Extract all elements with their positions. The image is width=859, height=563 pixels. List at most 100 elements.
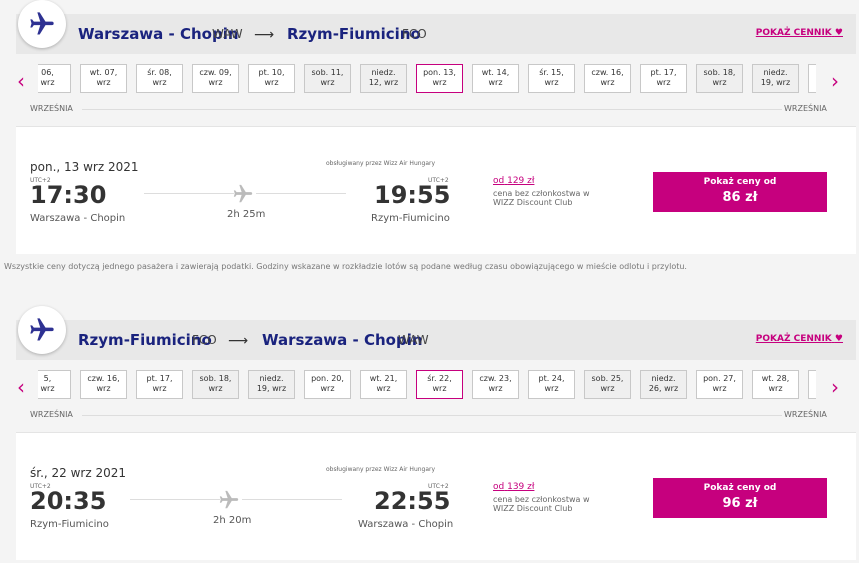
date-chip[interactable]: wt. 14, wrz bbox=[472, 64, 519, 93]
flight-duration: 2h 25m bbox=[227, 209, 266, 220]
heart-icon: ♥ bbox=[834, 28, 843, 38]
operated-by: obsługiwany przez Wizz Air Hungary bbox=[326, 160, 436, 167]
date-chip-month: wrz bbox=[376, 384, 391, 393]
date-chip-month: wrz bbox=[544, 78, 559, 87]
date-chip-day: pon. 27, bbox=[703, 374, 736, 383]
date-chip[interactable]: pov bbox=[808, 64, 816, 93]
date-chip-month: v bbox=[809, 384, 816, 394]
date-chip-day: niedz. bbox=[763, 68, 788, 77]
date-chip-day: pt. 24, bbox=[538, 374, 565, 383]
flight-card[interactable]: śr., 22 wrz 2021 UTC+2 20:35 Rzym-Fiumic… bbox=[16, 432, 856, 560]
date-chip[interactable]: niedz. 12, wrz bbox=[360, 64, 407, 93]
date-chip[interactable]: pt. 10, wrz bbox=[248, 64, 295, 93]
plane-badge bbox=[18, 0, 66, 48]
date-chip[interactable]: sob. 18, wrz bbox=[192, 370, 239, 399]
month-label-right: WRZEŚNIA bbox=[784, 104, 827, 113]
chevron-left-icon[interactable]: ‹ bbox=[11, 377, 31, 398]
plane-small-icon bbox=[218, 489, 240, 515]
date-chip[interactable]: sob. 25, wrz bbox=[584, 370, 631, 399]
member-price-link[interactable]: od 139 zł bbox=[493, 482, 534, 492]
date-chip[interactable]: czw. 16, wrz bbox=[584, 64, 631, 93]
date-chip[interactable]: sob. 11, wrz bbox=[304, 64, 351, 93]
route-arrow-icon: ⟶ bbox=[228, 333, 249, 349]
date-chip[interactable]: pt. 17, wrz bbox=[640, 64, 687, 93]
departure-city: Warszawa - Chopin bbox=[30, 213, 126, 224]
date-chip[interactable]: śr. 22, wrz bbox=[416, 370, 463, 399]
date-chip[interactable]: śr. 08, wrz bbox=[136, 64, 183, 93]
date-chip-month: wrz bbox=[656, 78, 671, 87]
show-price-list-link[interactable]: POKAŻ CENNIK ♥ bbox=[756, 334, 843, 344]
date-chip-day: czw. 16, bbox=[87, 374, 120, 383]
departure-city: Rzym-Fiumicino bbox=[30, 519, 109, 530]
member-price-link[interactable]: od 129 zł bbox=[493, 176, 534, 186]
date-chip-day: pt. 10, bbox=[258, 68, 285, 77]
date-chip-day: niedz. bbox=[651, 374, 676, 383]
member-price-desc: cena bez członkostwa w WIZZ Discount Clu… bbox=[493, 495, 590, 513]
date-chip-month: 12, wrz bbox=[368, 78, 399, 87]
date-chip-day: czw. 16, bbox=[591, 68, 624, 77]
date-chip-month: 19, wrz bbox=[256, 384, 287, 393]
date-chip[interactable]: czw. 23, wrz bbox=[472, 370, 519, 399]
date-chip-month: wrz bbox=[96, 78, 111, 87]
chevron-right-icon[interactable]: › bbox=[825, 377, 845, 398]
show-prices-label: Pokaż ceny od bbox=[703, 177, 777, 187]
operated-by: obsługiwany przez Wizz Air Hungary bbox=[326, 466, 436, 473]
date-chip[interactable]: niedz. 26, wrz bbox=[640, 370, 687, 399]
date-chip[interactable]: niedz. 19, wrz bbox=[752, 64, 799, 93]
date-chip-day: sob. 18, bbox=[703, 68, 736, 77]
origin-code: FCO bbox=[192, 333, 217, 347]
date-chip[interactable]: pon. 13, wrz bbox=[416, 64, 463, 93]
date-chip-month: v bbox=[809, 78, 816, 88]
date-chip-day: sob. 18, bbox=[199, 374, 232, 383]
chevron-right-icon[interactable]: › bbox=[825, 71, 845, 92]
date-chip-month: wrz bbox=[152, 384, 167, 393]
plane-small-icon bbox=[232, 183, 254, 209]
destination-code: WAW bbox=[398, 333, 429, 347]
date-chip[interactable]: pon. 27, wrz bbox=[696, 370, 743, 399]
date-chip-day: śr. 15, bbox=[539, 68, 564, 77]
show-prices-value: 86 zł bbox=[722, 190, 758, 205]
date-chip-month: wrz bbox=[712, 384, 727, 393]
date-chip[interactable]: pt. 17, wrz bbox=[136, 370, 183, 399]
date-chip[interactable]: wt. 07, wrz bbox=[80, 64, 127, 93]
date-selector: ‹ 06, wrz wt. 07, wrz śr. 08, wrz czw. 09, wrz p… bbox=[0, 58, 859, 113]
date-chip[interactable]: 5, wrz bbox=[38, 370, 71, 399]
show-prices-button[interactable]: Pokaż ceny od 86 zł bbox=[653, 172, 827, 212]
date-chip[interactable]: czw. 16, wrz bbox=[80, 370, 127, 399]
date-chip[interactable]: wt. 21, wrz bbox=[360, 370, 407, 399]
date-chip-month: wrz bbox=[432, 78, 447, 87]
destination-code: FCO bbox=[402, 27, 427, 41]
date-chip-month: wrz bbox=[320, 384, 335, 393]
date-chip-day: wt. 28, bbox=[761, 374, 790, 383]
show-price-list-link[interactable]: POKAŻ CENNIK ♥ bbox=[756, 28, 843, 38]
show-prices-button[interactable]: Pokaż ceny od 96 zł bbox=[653, 478, 827, 518]
date-chip-day: sob. 25, bbox=[591, 374, 624, 383]
date-chip-day: ś bbox=[809, 374, 816, 384]
date-chip-day: sob. 11, bbox=[311, 68, 344, 77]
date-chip-month: 19, wrz bbox=[760, 78, 791, 87]
date-chip[interactable]: pon. 20, wrz bbox=[304, 370, 351, 399]
date-chip[interactable]: 06, wrz bbox=[38, 64, 71, 93]
arrival-time: 19:55 bbox=[374, 181, 451, 209]
date-chip-month: wrz bbox=[488, 78, 503, 87]
date-chip[interactable]: sob. 18, wrz bbox=[696, 64, 743, 93]
date-chip[interactable]: śr. 15, wrz bbox=[528, 64, 575, 93]
date-chip[interactable]: pt. 24, wrz bbox=[528, 370, 575, 399]
date-chip-month: wrz bbox=[208, 78, 223, 87]
plane-icon bbox=[30, 12, 54, 35]
date-chip-day: niedz. bbox=[371, 68, 396, 77]
date-chip-day: wt. 14, bbox=[481, 68, 510, 77]
date-chips: 5, wrz czw. 16, wrz pt. 17, wrz sob. 18, wrz nie… bbox=[38, 370, 816, 404]
date-chip[interactable]: śv bbox=[808, 370, 816, 399]
flight-card[interactable]: pon., 13 wrz 2021 UTC+2 17:30 Warszawa -… bbox=[16, 126, 856, 254]
date-chip-month: wrz bbox=[96, 384, 111, 393]
date-chip[interactable]: niedz. 19, wrz bbox=[248, 370, 295, 399]
date-chip[interactable]: czw. 09, wrz bbox=[192, 64, 239, 93]
date-chip-month: wrz bbox=[208, 384, 223, 393]
chevron-left-icon[interactable]: ‹ bbox=[11, 71, 31, 92]
date-chip[interactable]: wt. 28, wrz bbox=[752, 370, 799, 399]
show-prices-label: Pokaż ceny od bbox=[703, 483, 777, 493]
date-chip-month: wrz bbox=[712, 78, 727, 87]
departure-time: 20:35 bbox=[30, 487, 107, 515]
month-label-left: WRZEŚNIA bbox=[30, 104, 73, 113]
